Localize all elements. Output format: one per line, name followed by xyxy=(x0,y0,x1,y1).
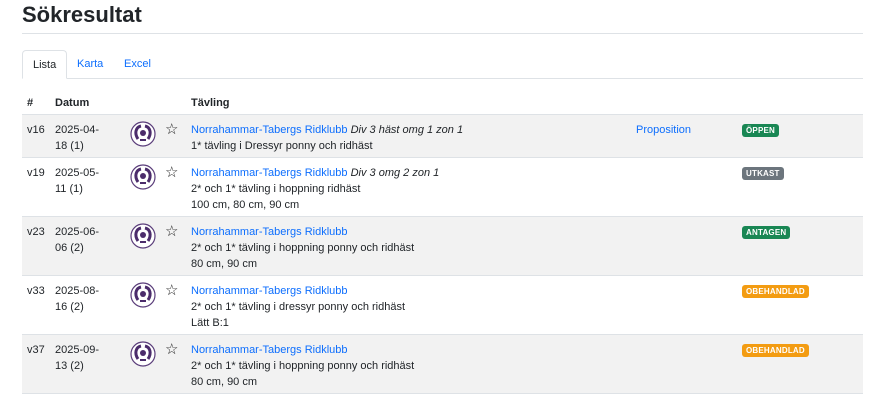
table-row: v33 2025-08-16 (2) ☆ Norrahammar-Tabergs Ri… xyxy=(22,276,863,335)
competition-date: 2025-09-13 (2) xyxy=(55,344,100,372)
tab-excel[interactable]: Excel xyxy=(114,50,161,78)
tab-lista[interactable]: Lista xyxy=(22,50,68,79)
competition-detail: 2* och 1* tävling i hoppning ponny och r… xyxy=(191,360,415,372)
competition-date: 2025-06-06 (2) xyxy=(55,226,100,254)
header-competition: Tävling xyxy=(191,97,230,109)
title-divider xyxy=(22,33,863,34)
page-title: Sökresultat xyxy=(22,2,142,27)
club-link[interactable]: Norrahammar-Tabergs Ridklubb xyxy=(191,285,348,297)
header-number: # xyxy=(27,97,34,109)
club-logo-icon xyxy=(130,223,156,249)
competition-info: Norrahammar-Tabergs Ridklubb Div 3 omg 2… xyxy=(191,165,621,213)
favorite-star-icon[interactable]: ☆ xyxy=(165,342,178,358)
row-divider xyxy=(22,393,863,394)
table-row: v19 2025-05-11 (1) ☆ Norrahammar-Tabergs Ri… xyxy=(22,158,863,217)
competition-info: Norrahammar-Tabergs Ridklubb 2* och 1* t… xyxy=(191,283,621,331)
club-logo-icon xyxy=(130,282,156,308)
week-number: v33 xyxy=(27,285,45,297)
competition-detail: 80 cm, 90 cm xyxy=(191,376,258,388)
club-logo-icon xyxy=(130,164,156,190)
club-link[interactable]: Norrahammar-Tabergs Ridklubb xyxy=(191,226,348,238)
tab-karta[interactable]: Karta xyxy=(67,50,113,78)
header-date: Datum xyxy=(55,97,90,109)
competition-info: Norrahammar-Tabergs Ridklubb 2* och 1* t… xyxy=(191,224,621,272)
table-row: v37 2025-09-13 (2) ☆ Norrahammar-Tabergs Ri… xyxy=(22,335,863,394)
competition-detail: 80 cm, 90 cm xyxy=(191,258,258,270)
club-link[interactable]: Norrahammar-Tabergs Ridklubb xyxy=(191,124,348,136)
club-link[interactable]: Norrahammar-Tabergs Ridklubb xyxy=(191,344,348,356)
competition-detail: 2* och 1* tävling i hoppning ponny och r… xyxy=(191,242,415,254)
competition-info: Norrahammar-Tabergs Ridklubb 2* och 1* t… xyxy=(191,342,621,390)
status-badge: UTKAST xyxy=(742,167,784,180)
competition-date: 2025-08-16 (2) xyxy=(55,285,100,313)
week-number: v19 xyxy=(27,167,45,179)
status-badge: ÖPPEN xyxy=(742,124,780,137)
proposition-link[interactable]: Proposition xyxy=(636,122,691,138)
table-row: v16 2025-04-18 (1) ☆ Norrahammar-Tabergs Ri… xyxy=(22,115,863,158)
status-badge: OBEHANDLAD xyxy=(742,344,809,357)
status-badge: OBEHANDLAD xyxy=(742,285,809,298)
favorite-star-icon[interactable]: ☆ xyxy=(165,165,178,181)
division-label: Div 3 häst omg 1 zon 1 xyxy=(350,124,464,136)
club-link[interactable]: Norrahammar-Tabergs Ridklubb xyxy=(191,167,348,179)
favorite-star-icon[interactable]: ☆ xyxy=(165,224,178,240)
week-number: v37 xyxy=(27,344,45,356)
division-label: Div 3 omg 2 zon 1 xyxy=(350,167,440,179)
status-badge: ANTAGEN xyxy=(742,226,791,239)
club-logo-icon xyxy=(130,341,156,367)
competition-detail: 2* och 1* tävling i dressyr ponny och ri… xyxy=(191,301,406,313)
competition-date: 2025-04-18 (1) xyxy=(55,124,100,152)
favorite-star-icon[interactable]: ☆ xyxy=(165,122,178,138)
view-tabs: Lista Karta Excel xyxy=(22,50,863,79)
table-row: v23 2025-06-06 (2) ☆ Norrahammar-Tabergs Ri… xyxy=(22,217,863,276)
competition-detail: Lätt B:1 xyxy=(191,317,229,329)
competition-detail: 100 cm, 80 cm, 90 cm xyxy=(191,199,300,211)
club-logo-icon xyxy=(130,121,156,147)
week-number: v23 xyxy=(27,226,45,238)
week-number: v16 xyxy=(27,124,45,136)
favorite-star-icon[interactable]: ☆ xyxy=(165,283,178,299)
competition-detail: 2* och 1* tävling i hoppning ridhäst xyxy=(191,183,361,195)
competition-date: 2025-05-11 (1) xyxy=(55,167,100,195)
competition-info: Norrahammar-Tabergs Ridklubb Div 3 häst … xyxy=(191,122,621,154)
competition-detail: 1* tävling i Dressyr ponny och ridhäst xyxy=(191,140,373,152)
search-results-page: Sökresultat Lista Karta Excel # Datum Tä… xyxy=(0,0,891,406)
